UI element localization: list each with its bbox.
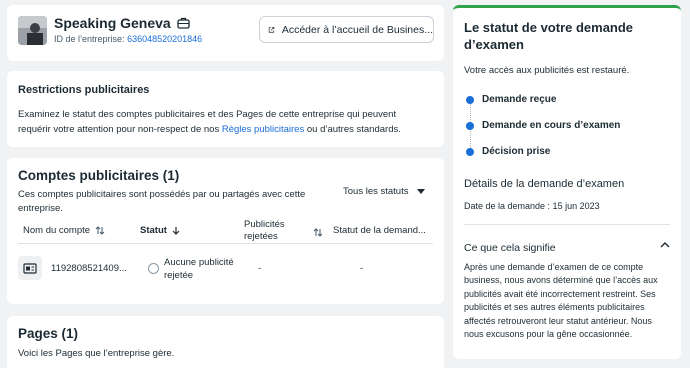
ad-account-id[interactable]: 1192808521409... <box>51 263 127 274</box>
chevron-up-icon <box>660 242 670 248</box>
business-avatar <box>18 16 47 45</box>
arrow-down-icon <box>172 227 180 235</box>
review-status-title: Le statut de votre demande d’examen <box>464 20 634 52</box>
external-link-icon <box>268 26 275 33</box>
rejected-ads-value: - <box>258 263 262 274</box>
ad-accounts-description: Ces comptes publicitaires sont possédés … <box>18 189 306 214</box>
ad-account-icon <box>18 256 42 280</box>
briefcase-icon <box>177 17 190 29</box>
sort-icon <box>95 226 105 235</box>
column-header-request-status[interactable]: Statut de la demand... <box>333 225 433 236</box>
request-date: Date de la demande : 15 jun 2023 <box>464 201 600 211</box>
status-filter-dropdown[interactable]: Tous les statuts <box>343 186 426 197</box>
step-complete-icon <box>466 95 474 104</box>
business-name: Speaking Geneva <box>54 15 171 31</box>
pages-card: Pages (1) Voici les Pages que l’entrepri… <box>7 316 444 368</box>
ad-policies-link[interactable]: Règles publicitaires <box>222 124 304 135</box>
ad-restrictions-description: Examinez le statut des comptes publicita… <box>18 109 401 135</box>
column-header-status[interactable]: Statut <box>140 225 180 236</box>
column-header-rejected-ads: Publicités rejetées <box>244 219 285 242</box>
meaning-section-toggle[interactable]: Ce que cela signifie <box>464 238 670 254</box>
pages-description: Voici les Pages que l’entreprise gère. <box>18 348 175 359</box>
go-to-business-home-button[interactable]: Accéder à l’accueil de Busines... <box>259 16 434 43</box>
status-filter-label: Tous les statuts <box>343 186 409 197</box>
table-divider <box>18 243 433 244</box>
step-complete-icon <box>466 147 474 156</box>
request-details-title: Détails de la demande d’examen <box>464 178 625 190</box>
business-header-card: Speaking Geneva ID de l’entreprise: 6360… <box>7 5 444 61</box>
status-text: Aucune publicité rejetée <box>164 257 234 281</box>
request-status-value: - <box>360 263 364 274</box>
meaning-section-title: Ce que cela signifie <box>464 242 556 254</box>
progress-step-in-review: Demande en cours d’examen <box>466 120 620 131</box>
status-radio[interactable] <box>148 263 159 274</box>
step-complete-icon <box>466 121 474 130</box>
review-status-subtitle: Votre accès aux publicités est restauré. <box>464 65 630 76</box>
ad-restrictions-title: Restrictions publicitaires <box>18 84 150 96</box>
ad-accounts-card: Comptes publicitaires (1) Ces comptes pu… <box>7 158 444 304</box>
progress-step-decision: Décision prise <box>466 146 550 157</box>
caret-down-icon <box>417 189 426 194</box>
go-to-business-home-label: Accéder à l’accueil de Busines... <box>281 23 433 36</box>
business-id-label: ID de l’entreprise: <box>54 34 125 44</box>
business-id[interactable]: 636048520201846 <box>127 34 202 44</box>
table-row[interactable]: 1192808521409... Aucune publicité rejeté… <box>7 250 444 290</box>
sort-icon[interactable] <box>313 228 323 237</box>
panel-divider <box>464 224 670 225</box>
ad-restrictions-card: Restrictions publicitaires Examinez le s… <box>7 71 444 147</box>
column-header-account-name[interactable]: Nom du compte <box>23 225 105 236</box>
review-status-panel: Le statut de votre demande d’examen Votr… <box>453 5 681 359</box>
ad-accounts-title: Comptes publicitaires (1) <box>18 168 180 183</box>
pages-title: Pages (1) <box>18 326 79 341</box>
progress-step-received: Demande reçue <box>466 94 556 105</box>
meaning-section-text: Après une demande d’examen de ce compte … <box>464 262 658 340</box>
